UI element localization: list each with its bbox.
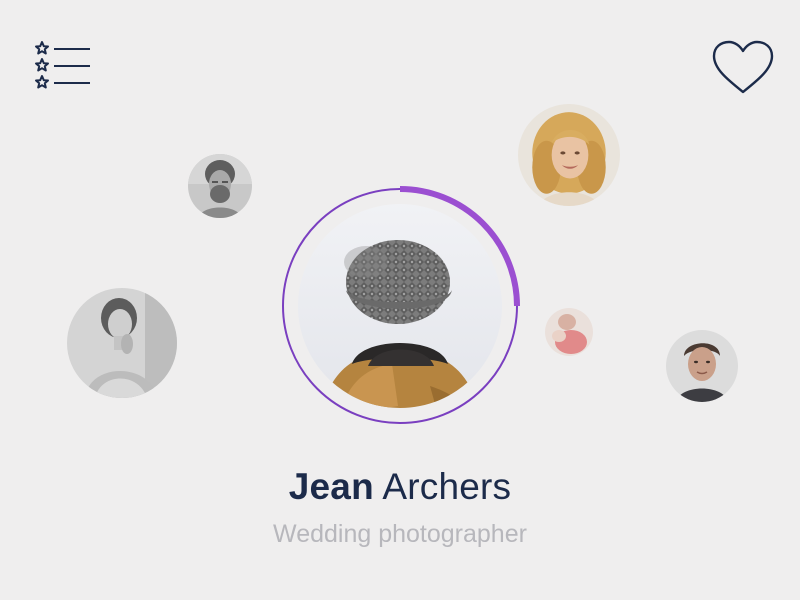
starred-list-icon[interactable] [32,40,94,92]
profile-name: Jean Archers [0,466,800,508]
heart-outline-icon[interactable] [710,38,776,98]
avatar-young-man[interactable] [666,330,738,402]
avatar-person-faded[interactable] [545,308,593,356]
first-name: Jean [288,466,374,507]
avatar-woman-grayscale[interactable] [67,288,177,398]
main-profile-avatar[interactable] [280,186,520,426]
avatar-bearded-man[interactable] [188,154,252,218]
last-name: Archers [382,466,512,507]
profile-role: Wedding photographer [273,520,527,548]
avatar-blonde-woman[interactable] [518,104,620,206]
profile-screen: Jean Archers Wedding photographer [0,0,800,600]
